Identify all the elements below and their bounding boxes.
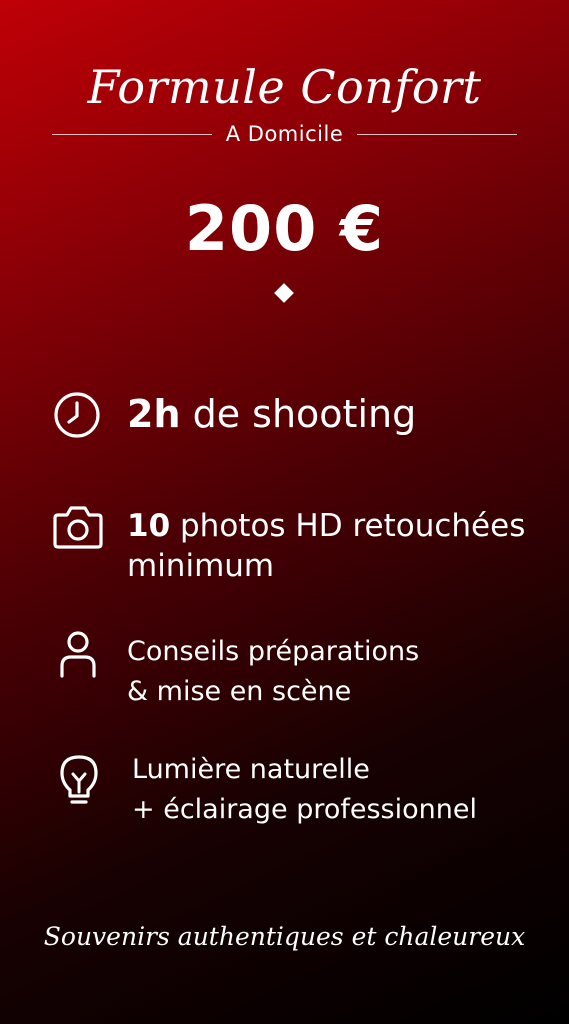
feature-text-line2: minimum — [127, 548, 275, 584]
subtitle-row: A Domicile — [52, 119, 517, 149]
feature-bold: 2h — [127, 392, 181, 436]
camera-icon — [52, 503, 104, 555]
feature-bold: 10 — [127, 508, 171, 544]
feature-text: Lumière naturelle — [132, 754, 370, 785]
feature-text: photos HD retouchées — [170, 508, 526, 544]
subtitle: A Domicile — [225, 122, 344, 146]
price: 200 € — [184, 192, 385, 265]
page-title: Formule Confort — [87, 60, 482, 114]
feature-text: Conseils préparations — [127, 636, 420, 667]
feature-text-line2: + éclairage professionnel — [132, 794, 477, 825]
person-icon — [58, 630, 98, 684]
tagline: Souvenirs authentiques et chaleureux — [43, 922, 526, 951]
lightbulb-icon — [57, 752, 101, 812]
clock-icon — [52, 390, 102, 444]
feature-text-line2: & mise en scène — [127, 676, 352, 707]
feature-text: de shooting — [180, 392, 417, 436]
divider-right — [357, 133, 517, 135]
divider-left — [52, 133, 212, 135]
diamond-ornament — [274, 283, 294, 303]
